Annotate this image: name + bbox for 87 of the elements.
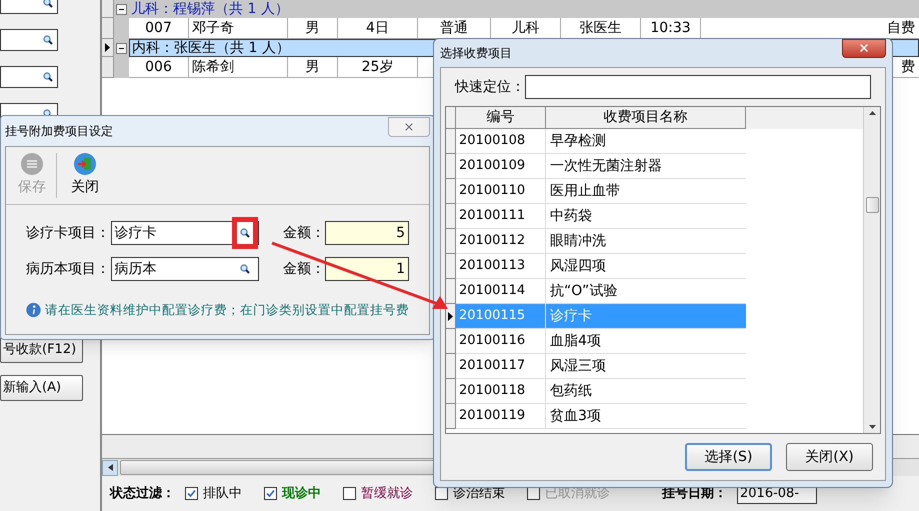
item-row[interactable]: 20100109 一次性无菌注射器	[446, 154, 863, 179]
window-title: 选择收费项目	[440, 45, 512, 62]
filter-option[interactable]: 现诊中	[282, 484, 321, 504]
table-cell: 20100113	[456, 254, 546, 279]
table-cell: 眼睛冲洗	[546, 229, 746, 254]
save-icon	[21, 153, 43, 175]
amount-label: 金额：	[282, 260, 326, 278]
search-icon[interactable]	[240, 264, 250, 274]
table-cell: 风湿三项	[546, 354, 746, 379]
group-row[interactable]: 儿科：程锡萍（共 1 人）	[129, 0, 919, 18]
filter-option[interactable]: 排队中	[203, 484, 242, 504]
current-row-icon	[448, 312, 453, 320]
column-header[interactable]: 编号	[456, 107, 546, 129]
table-cell: 20100118	[456, 379, 546, 404]
close-icon[interactable]	[403, 121, 415, 133]
item-row[interactable]: 20100112 眼睛冲洗	[446, 229, 863, 254]
scroll-left-icon[interactable]	[102, 460, 118, 476]
close-icon[interactable]	[858, 42, 870, 54]
row-header	[102, 0, 114, 18]
table-cell: 20100111	[456, 204, 546, 229]
collapse-icon[interactable]	[116, 4, 127, 14]
exit-door-icon	[74, 153, 96, 175]
item-row[interactable]: 20100113 风湿四项	[446, 254, 863, 279]
field-label: 病历本项目：	[26, 260, 111, 278]
item-row[interactable]: 20100108 早孕检测	[446, 129, 863, 154]
table-cell: 25岁	[338, 57, 418, 78]
search-label: 快速定位：	[455, 78, 525, 96]
item-row[interactable]: 20100117 风湿三项	[446, 354, 863, 379]
toolbar-button[interactable]: 关闭	[67, 153, 103, 198]
search-icon[interactable]	[43, 72, 53, 82]
filter-option[interactable]: 暂缓就诊	[361, 484, 413, 504]
table-cell: 20100119	[456, 404, 546, 429]
scroll-down-icon[interactable]	[868, 425, 876, 429]
item-row[interactable]: 20100110 医用止血带	[446, 179, 863, 204]
item-row[interactable]: 20100111 中药袋	[446, 204, 863, 229]
table-cell: 男	[288, 57, 338, 78]
field-label: 诊疗卡项目：	[26, 224, 111, 242]
table-cell: 医用止血带	[546, 179, 746, 204]
input-field[interactable]	[0, 66, 58, 88]
input-field[interactable]	[0, 29, 58, 51]
filter-label: 状态过滤：	[110, 484, 175, 503]
column-header[interactable]: 收费项目名称	[546, 107, 746, 129]
scroll-up-icon[interactable]	[868, 111, 876, 115]
amount-field[interactable]: 5	[325, 221, 409, 245]
checkbox[interactable]	[264, 487, 277, 500]
collapse-icon[interactable]	[116, 42, 127, 54]
window-title: 挂号附加费项目设定	[5, 123, 113, 140]
table-cell: 20100108	[456, 129, 546, 154]
table-cell-text: 自费	[887, 18, 915, 38]
table-cell: 20100116	[456, 329, 546, 354]
table-cell: 陈希剑	[189, 57, 288, 78]
checkbox[interactable]	[435, 487, 448, 500]
amount-label: 金额：	[282, 224, 326, 242]
search-field[interactable]	[525, 75, 871, 99]
info-text: 请在医生资料维护中配置诊疗费；在门诊类别设置中配置挂号费	[45, 300, 409, 319]
table-cell: 贫血3项	[546, 404, 746, 429]
table-cell: 20100109	[456, 154, 546, 179]
table-cell: 早孕检测	[546, 129, 746, 154]
table-cell: 006	[129, 57, 189, 78]
vertical-scrollbar[interactable]	[863, 107, 880, 433]
table-cell: 包药纸	[546, 379, 746, 404]
table-cell: 20100115	[456, 304, 546, 329]
scrollbar-thumb[interactable]	[866, 197, 878, 213]
action-button[interactable]: 新输入(A)	[0, 375, 83, 401]
close-button[interactable]	[842, 38, 886, 58]
checkbox[interactable]	[185, 487, 198, 500]
dialog-button[interactable]: 选择(S)	[685, 443, 772, 471]
item-row[interactable]: 20100118 包药纸	[446, 379, 863, 404]
search-icon[interactable]	[43, 0, 53, 8]
amount-field[interactable]: 1	[325, 257, 409, 281]
table-cell: 血脂4项	[546, 329, 746, 354]
table-cell-text: 费	[901, 58, 915, 76]
table-cell: 中药袋	[546, 204, 746, 229]
table-cell: 诊疗卡	[546, 304, 746, 329]
input-field[interactable]: 病历本	[111, 257, 259, 281]
checkbox[interactable]	[527, 487, 540, 500]
item-row[interactable]: 20100119 贫血3项	[446, 404, 863, 429]
table-cell: 20100117	[456, 354, 546, 379]
search-icon[interactable]	[240, 228, 250, 238]
table-cell: 20100110	[456, 179, 546, 204]
checkbox[interactable]	[343, 487, 356, 500]
table-cell: 一次性无菌注射器	[546, 154, 746, 179]
table-cell: 风湿四项	[546, 254, 746, 279]
table-cell: 20100112	[456, 229, 546, 254]
search-icon[interactable]	[43, 35, 53, 45]
item-row[interactable]: 20100116 血脂4项	[446, 329, 863, 354]
dialog-button[interactable]: 关闭(X)	[786, 443, 873, 471]
